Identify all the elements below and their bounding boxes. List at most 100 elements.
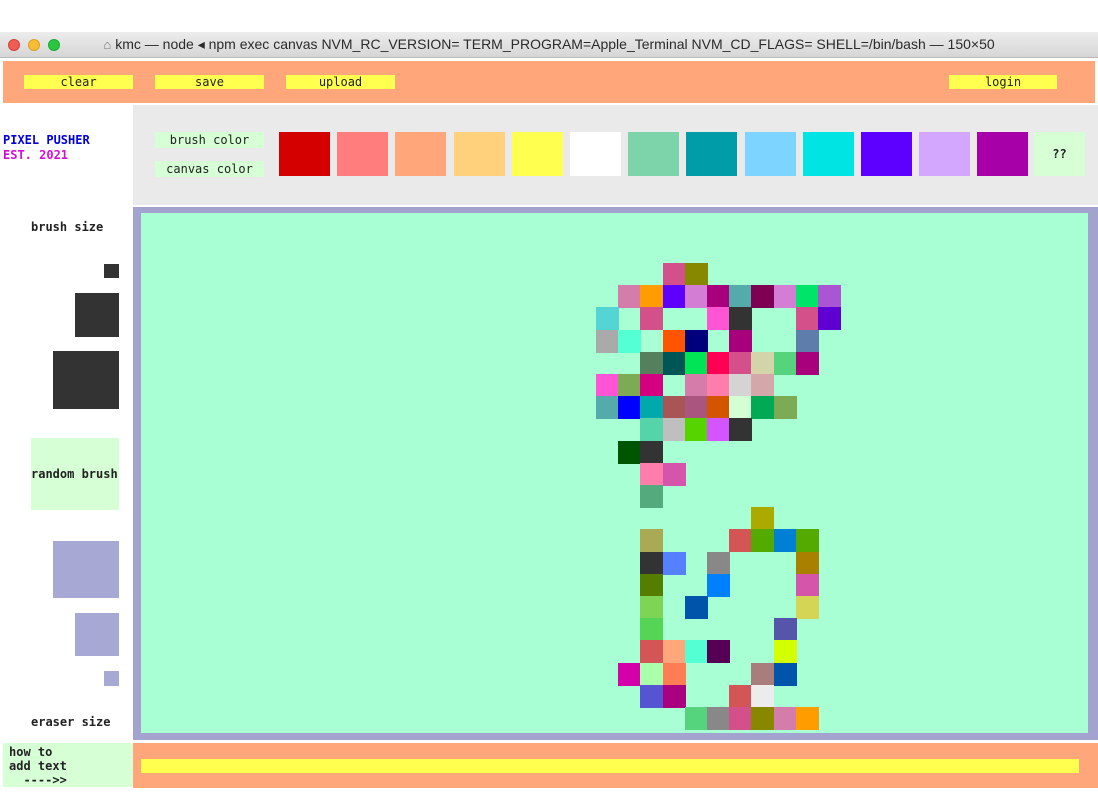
canvas-pixel — [707, 374, 730, 397]
color-swatch[interactable] — [279, 132, 330, 176]
save-button[interactable]: save — [155, 75, 264, 89]
color-swatch[interactable] — [977, 132, 1029, 176]
canvas-pixel — [662, 396, 686, 420]
brush-size-medium-button[interactable] — [75, 293, 119, 337]
canvas-pixel — [729, 418, 753, 442]
canvas-pixel — [684, 329, 708, 353]
color-swatch[interactable] — [453, 132, 505, 176]
window-title-text: kmc — node ◂ npm exec canvas NVM_RC_VERS… — [115, 36, 995, 52]
window-title: ⌂ kmc — node ◂ npm exec canvas NVM_RC_VER… — [0, 36, 1098, 53]
upload-button[interactable]: upload — [286, 75, 395, 89]
clear-button[interactable]: clear — [24, 75, 133, 89]
eraser-size-small-button[interactable] — [104, 671, 119, 686]
canvas-pixel — [684, 640, 708, 664]
color-swatch[interactable] — [686, 132, 738, 176]
canvas-pixel — [640, 529, 664, 553]
canvas-pixel — [618, 374, 642, 397]
canvas-pixel — [640, 573, 664, 597]
canvas-pixel — [662, 551, 686, 575]
canvas-pixel — [707, 707, 730, 730]
canvas-pixel — [773, 640, 797, 664]
canvas-pixel — [618, 285, 642, 309]
canvas-pixel — [684, 263, 708, 286]
random-color-button[interactable]: ?? — [1034, 132, 1085, 176]
canvas-pixel — [795, 596, 819, 619]
canvas-pixel — [618, 396, 642, 420]
canvas-pixel — [707, 551, 730, 575]
canvas-pixel — [751, 396, 775, 420]
canvas-pixel — [596, 396, 619, 420]
canvas-pixel — [707, 307, 730, 331]
canvas-pixel — [640, 662, 664, 686]
brush-size-small-button[interactable] — [104, 264, 119, 278]
canvas-pixel — [640, 418, 664, 442]
logo-title: PIXEL PUSHER — [3, 133, 90, 147]
canvas-pixel — [662, 662, 686, 686]
color-swatch[interactable] — [395, 132, 447, 176]
canvas-pixel — [773, 707, 797, 730]
canvas-pixel — [640, 596, 664, 619]
canvas-pixel — [729, 374, 753, 397]
canvas-pixel — [640, 374, 664, 397]
canvas-pixel — [751, 662, 775, 686]
canvas-color-button[interactable]: canvas color — [155, 161, 264, 177]
canvas-pixel — [729, 285, 753, 309]
canvas-pixel — [751, 351, 775, 375]
eraser-size-label: eraser size — [31, 715, 111, 729]
canvas-pixel — [729, 707, 753, 730]
canvas-pixel — [640, 618, 664, 642]
canvas-pixel — [707, 418, 730, 442]
drawing-canvas[interactable] — [141, 213, 1088, 733]
canvas-pixel — [640, 551, 664, 575]
canvas-pixel — [707, 640, 730, 664]
canvas-pixel — [707, 351, 730, 375]
brush-size-large-button[interactable] — [53, 351, 119, 409]
canvas-pixel — [596, 374, 619, 397]
color-swatch[interactable] — [919, 132, 971, 176]
canvas-pixel — [707, 573, 730, 597]
canvas-pixel — [684, 596, 708, 619]
canvas-pixel — [818, 285, 841, 309]
canvas-pixel — [751, 374, 775, 397]
canvas-pixel — [640, 285, 664, 309]
how-to-add-text-hint: how to add text ---->> — [3, 743, 133, 787]
color-swatch[interactable] — [628, 132, 680, 176]
canvas-pixel — [773, 285, 797, 309]
canvas-pixel — [751, 529, 775, 553]
canvas-pixel — [773, 662, 797, 686]
canvas-pixel — [662, 351, 686, 375]
canvas-pixel — [729, 351, 753, 375]
color-swatch[interactable] — [570, 132, 621, 176]
add-text-input[interactable] — [141, 759, 1079, 773]
color-swatch[interactable] — [744, 132, 796, 176]
random-brush-button[interactable]: random brush — [31, 438, 119, 510]
login-button[interactable]: login — [949, 75, 1057, 89]
logo-subtitle: EST. 2021 — [3, 148, 69, 162]
canvas-pixel — [729, 529, 753, 553]
canvas-pixel — [729, 329, 753, 353]
canvas-pixel — [729, 684, 753, 708]
color-swatch[interactable] — [802, 132, 854, 176]
canvas-pixel — [640, 307, 664, 331]
canvas-pixel — [662, 263, 686, 286]
color-swatch[interactable] — [337, 132, 389, 176]
brush-color-button[interactable]: brush color — [155, 132, 264, 148]
eraser-size-large-button[interactable] — [53, 541, 119, 598]
canvas-pixel — [640, 351, 664, 375]
color-swatch[interactable] — [861, 132, 912, 176]
color-swatch[interactable] — [511, 132, 563, 176]
canvas-pixel — [662, 640, 686, 664]
canvas-pixel — [795, 707, 819, 730]
eraser-size-medium-button[interactable] — [75, 613, 119, 656]
canvas-pixel — [684, 351, 708, 375]
canvas-pixel — [684, 707, 708, 730]
canvas-pixel — [751, 285, 775, 309]
canvas-pixel — [707, 285, 730, 309]
canvas-pixel — [640, 396, 664, 420]
canvas-pixel — [729, 396, 753, 420]
canvas-pixel — [707, 396, 730, 420]
canvas-pixel — [795, 351, 819, 375]
canvas-pixel — [596, 307, 619, 331]
canvas-pixel — [640, 640, 664, 664]
text-input-bar — [133, 743, 1098, 788]
